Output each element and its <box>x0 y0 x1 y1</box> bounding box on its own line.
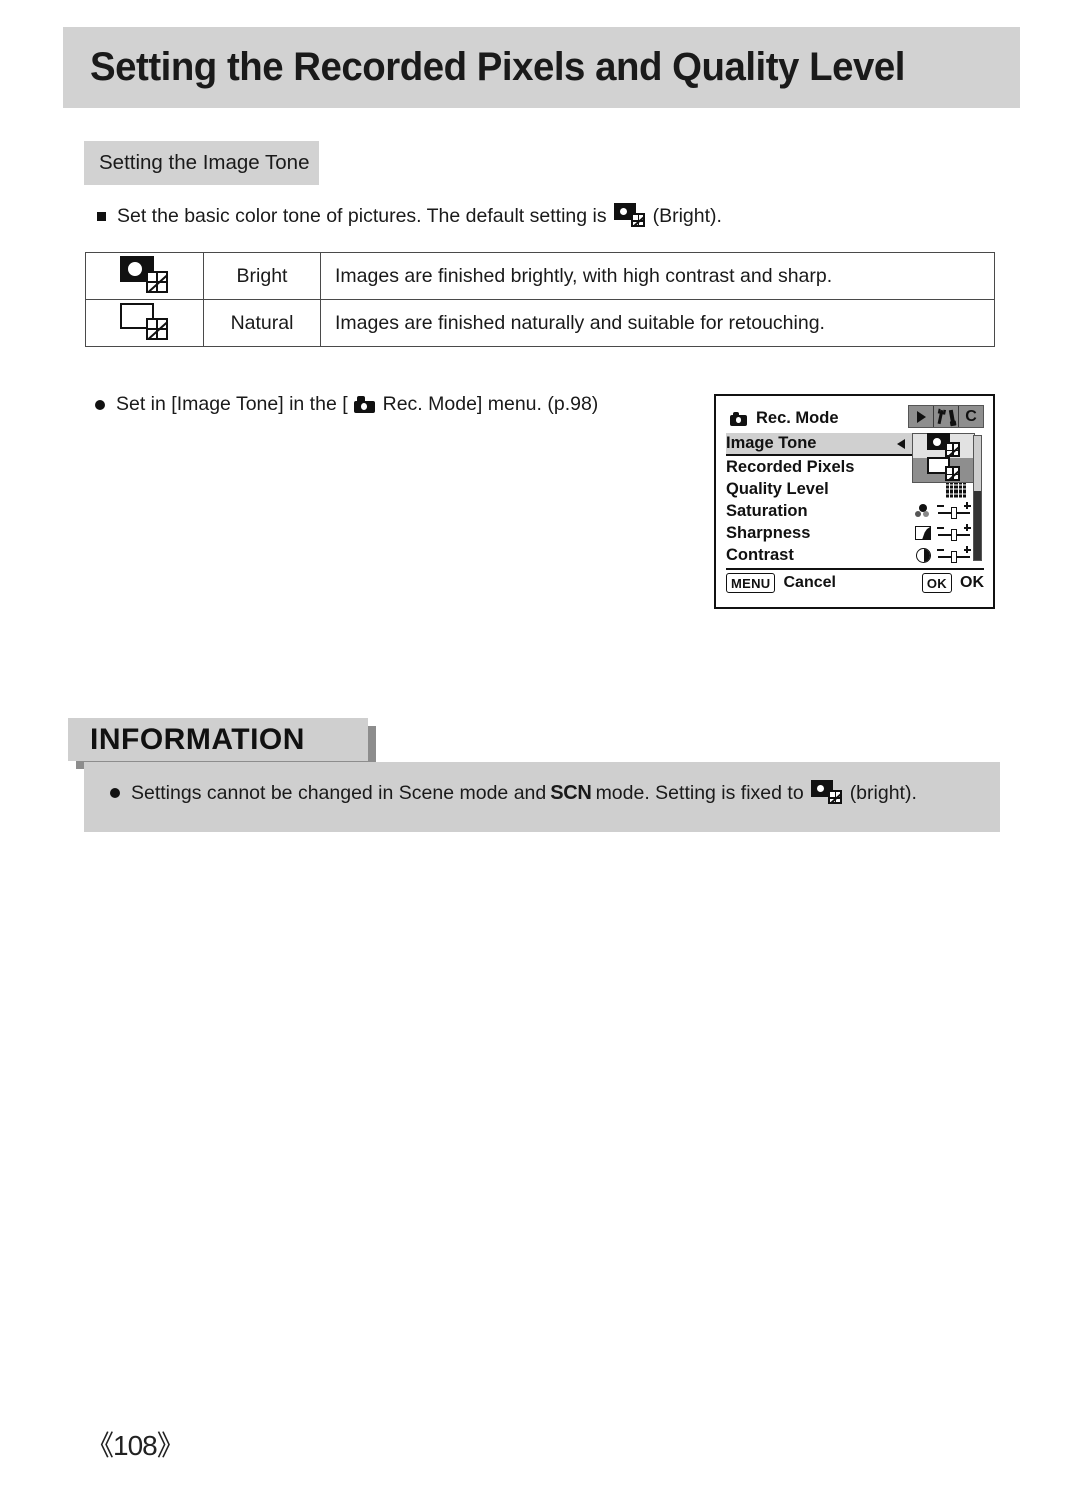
scrollbar-thumb[interactable] <box>974 490 981 560</box>
image-tone-natural-icon <box>926 457 961 483</box>
sharpness-mountain-shape <box>915 526 931 540</box>
lcd-menu-item-image-tone[interactable]: Image Tone <box>726 433 912 456</box>
intro-text-after: (Bright). <box>652 204 722 227</box>
tone-name-cell: Natural <box>203 299 321 347</box>
sharpness-slider-icon <box>915 524 972 541</box>
lcd-menu-item-label: Quality Level <box>726 479 829 498</box>
image-tone-bright-icon <box>119 256 170 296</box>
lcd-header: Rec. Mode C <box>726 405 984 432</box>
tone-grid-shape <box>944 466 960 481</box>
intro-text-before: Set the basic color tone of pictures. Th… <box>117 204 607 227</box>
scn-mode-badge: SCN <box>550 781 592 804</box>
information-note-line: Settings cannot be changed in Scene mode… <box>110 780 917 806</box>
information-heading: INFORMATION <box>90 722 305 756</box>
ok-key-action-label: OK <box>960 574 984 591</box>
ok-key-badge: OK <box>921 573 952 593</box>
custom-tab[interactable]: C <box>959 406 983 427</box>
lcd-menu-item-label: Recorded Pixels <box>726 457 855 476</box>
popup-option-bright[interactable] <box>913 433 974 459</box>
lcd-menu-item-saturation[interactable]: Saturation <box>726 500 984 522</box>
round-bullet-icon <box>95 399 105 410</box>
subsection-heading-chip: Setting the Image Tone <box>84 141 319 185</box>
page-number: 《108》 <box>86 1430 185 1461</box>
left-arrow-icon <box>897 438 905 449</box>
camera-lens-shape <box>736 417 742 423</box>
bright-dot-shape <box>617 206 629 217</box>
quality-grid-shape <box>946 480 966 498</box>
wrench-shape <box>937 409 944 424</box>
tools-icon <box>937 409 955 425</box>
ok-key-group: OK OK <box>921 573 984 593</box>
tone-description-cell: Images are finished brightly, with high … <box>320 252 995 300</box>
image-tone-bright-icon <box>613 203 646 229</box>
image-tone-table: Bright Images are finished brightly, wit… <box>85 252 995 347</box>
lcd-menu-item-label: Image Tone <box>726 434 817 452</box>
tone-grid-shape <box>145 318 168 340</box>
tone-grid-shape <box>944 442 960 457</box>
subsection-heading: Setting the Image Tone <box>99 151 310 174</box>
lcd-menu-item-contrast[interactable]: Contrast <box>726 544 984 566</box>
menu-key-action-label: Cancel <box>783 574 836 591</box>
lcd-menu-item-sharpness[interactable]: Sharpness <box>726 522 984 544</box>
information-note-middle: mode. Setting is fixed to <box>595 781 804 804</box>
tone-description-cell: Images are finished naturally and suitab… <box>320 299 995 347</box>
set-in-text-after: Rec. Mode] menu. (p.98) <box>382 393 599 415</box>
popup-option-natural[interactable] <box>913 457 974 483</box>
image-tone-bright-icon <box>810 780 843 806</box>
camera-icon <box>353 396 375 413</box>
bright-dot-shape <box>930 435 943 448</box>
tone-grid-shape <box>827 790 842 804</box>
bright-dot-shape <box>125 260 144 278</box>
information-chip: INFORMATION <box>68 718 368 761</box>
camera-icon <box>730 411 747 426</box>
lcd-menu-item-label: Sharpness <box>726 523 811 542</box>
table-row: Natural Images are finished naturally an… <box>85 299 995 347</box>
lcd-menu-item-label: Contrast <box>726 545 794 564</box>
tone-icon-cell <box>85 252 204 300</box>
lcd-footer: MENU Cancel OK OK <box>726 568 984 596</box>
screwdriver-shape <box>948 409 955 424</box>
round-bullet-icon <box>110 788 120 798</box>
setup-tab[interactable] <box>934 406 959 427</box>
table-row: Bright Images are finished brightly, wit… <box>85 252 995 300</box>
set-in-text-before: Set in [Image Tone] in the [ <box>116 393 348 415</box>
slider-shape <box>936 546 972 563</box>
quality-grid-icon <box>946 480 966 498</box>
menu-key-badge: MENU <box>726 573 776 593</box>
lcd-menu-list: Image Tone Recorded Pixels Quality Level <box>726 433 984 567</box>
image-tone-natural-icon <box>119 303 170 343</box>
saturation-slider-icon <box>915 502 972 519</box>
information-note-after: (bright). <box>849 781 917 804</box>
lcd-tab-group: C <box>908 405 984 428</box>
c-letter-icon: C <box>965 407 977 425</box>
bright-dot-shape <box>814 783 826 794</box>
page-title: Setting the Recorded Pixels and Quality … <box>90 45 905 89</box>
contrast-slider-icon <box>916 546 972 563</box>
slider-shape <box>936 502 972 519</box>
contrast-circle-shape <box>916 547 931 563</box>
set-in-note-line: Set in [Image Tone] in the [ Rec. Mode] … <box>95 393 598 416</box>
page-title-band: Setting the Recorded Pixels and Quality … <box>63 27 1020 108</box>
intro-bullet-line: Set the basic color tone of pictures. Th… <box>97 203 722 229</box>
lcd-header-title: Rec. Mode <box>756 409 839 427</box>
lcd-scrollbar[interactable] <box>973 435 982 561</box>
lcd-menu-screenshot: Rec. Mode C Image Tone Recorded Pixels Q… <box>714 394 995 609</box>
tone-grid-shape <box>145 271 168 293</box>
image-tone-bright-icon <box>926 433 961 459</box>
information-note-before: Settings cannot be changed in Scene mode… <box>131 781 547 804</box>
tone-icon-cell <box>85 299 204 347</box>
tone-grid-shape <box>630 213 645 227</box>
image-tone-option-popup <box>912 433 975 483</box>
play-triangle-icon <box>916 410 926 423</box>
playback-tab[interactable] <box>909 406 934 427</box>
tone-name-cell: Bright <box>203 252 321 300</box>
saturation-dots-shape <box>915 504 931 518</box>
slider-shape <box>936 524 972 541</box>
lcd-menu-item-label: Saturation <box>726 501 808 520</box>
square-bullet-icon <box>97 211 106 221</box>
